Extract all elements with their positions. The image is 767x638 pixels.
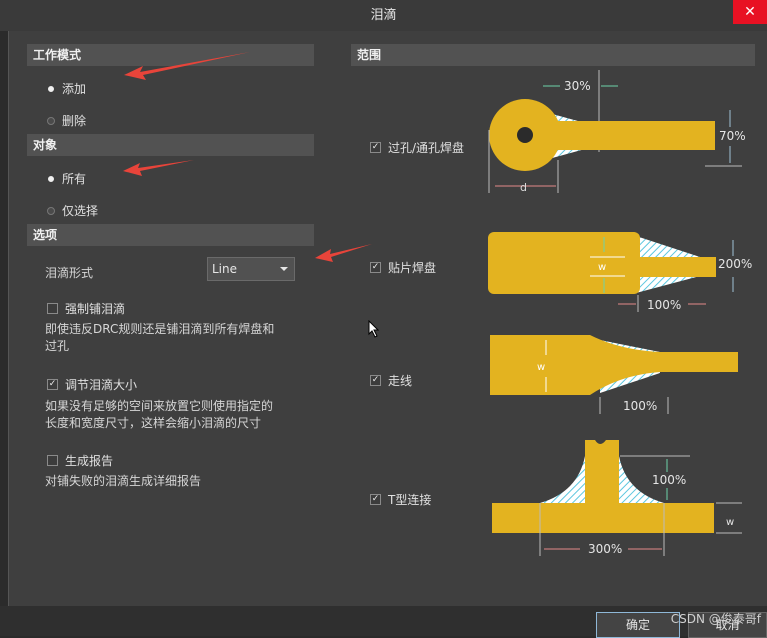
radio-selected-only-indicator[interactable]: [47, 206, 55, 215]
adjust-size-desc-line1: 如果没有足够的空间来放置它则使用指定的: [45, 399, 274, 413]
adjust-size-checkbox[interactable]: ✓ 调节泪滴大小: [47, 376, 137, 393]
radio-all[interactable]: 所有: [47, 170, 86, 187]
teardrop-style-select[interactable]: Line: [207, 257, 295, 281]
work-mode-header: 工作模式: [27, 44, 314, 66]
adjust-size-box[interactable]: ✓: [47, 379, 58, 390]
scope-tjunction-label: T型连接: [388, 493, 432, 507]
teardrop-style-label: 泪滴形式: [45, 266, 94, 280]
chevron-down-icon: [280, 267, 288, 271]
scope-via-label: 过孔/通孔焊盘: [388, 141, 465, 155]
options-header: 选项: [27, 224, 314, 246]
mouse-cursor-icon: [368, 320, 380, 338]
adjust-size-label: 调节泪滴大小: [65, 378, 138, 392]
scope-smd-label: 贴片焊盘: [388, 261, 437, 275]
scope-track-box[interactable]: ✓: [370, 375, 381, 386]
force-teardrop-box[interactable]: [47, 303, 58, 314]
title-bar: 泪滴 ✕: [0, 0, 767, 31]
scope-smd-box[interactable]: ✓: [370, 262, 381, 273]
object-header: 对象: [27, 134, 314, 156]
teardrop-dialog: 工作模式 添加 删除 对象 所有 仅选择 选项 泪滴形式 Line 强制铺泪滴 …: [8, 31, 767, 606]
scope-tjunction-checkbox[interactable]: ✓ T型连接: [370, 491, 431, 508]
force-teardrop-desc-line2: 过孔: [45, 339, 70, 353]
radio-add-indicator[interactable]: [48, 85, 54, 92]
watermark: CSDN @俊泰哥f: [670, 612, 761, 626]
teardrop-style-value: Line: [212, 262, 238, 276]
scope-header: 范围: [351, 44, 755, 66]
generate-report-checkbox[interactable]: 生成报告: [47, 452, 113, 469]
radio-selected-only-label: 仅选择: [62, 204, 99, 218]
force-teardrop-desc-line1: 即使违反DRC规则还是铺泪滴到所有焊盘和: [45, 322, 275, 336]
force-teardrop-checkbox[interactable]: 强制铺泪滴: [47, 300, 125, 317]
scope-track-checkbox[interactable]: ✓ 走线: [370, 372, 412, 389]
radio-remove-label: 删除: [62, 114, 87, 128]
dialog-title: 泪滴: [370, 8, 397, 23]
generate-report-box[interactable]: [47, 455, 58, 466]
ok-button[interactable]: 确定: [596, 612, 680, 638]
radio-add-label: 添加: [62, 82, 87, 96]
adjust-size-desc-line2: 长度和宽度尺寸，这样会缩小泪滴的尺寸: [45, 416, 262, 430]
generate-report-label: 生成报告: [65, 454, 114, 468]
radio-selected-only[interactable]: 仅选择: [47, 202, 98, 219]
adjust-size-description: 如果没有足够的空间来放置它则使用指定的 长度和宽度尺寸，这样会缩小泪滴的尺寸: [45, 398, 273, 432]
generate-report-desc-line1: 对铺失败的泪滴生成详细报告: [45, 474, 202, 488]
force-teardrop-description: 即使违反DRC规则还是铺泪滴到所有焊盘和 过孔: [45, 321, 274, 355]
radio-remove-indicator[interactable]: [47, 116, 55, 125]
radio-remove[interactable]: 删除: [47, 112, 86, 129]
scope-smd-checkbox[interactable]: ✓ 贴片焊盘: [370, 259, 436, 276]
radio-all-indicator[interactable]: [48, 175, 54, 182]
radio-add[interactable]: 添加: [47, 80, 86, 97]
scope-via-checkbox[interactable]: ✓ 过孔/通孔焊盘: [370, 139, 464, 156]
radio-all-label: 所有: [62, 172, 87, 186]
scope-via-box[interactable]: ✓: [370, 142, 381, 153]
generate-report-description: 对铺失败的泪滴生成详细报告: [45, 473, 201, 490]
force-teardrop-label: 强制铺泪滴: [65, 302, 126, 316]
scope-tjunction-box[interactable]: ✓: [370, 494, 381, 505]
close-button[interactable]: ✕: [733, 0, 767, 24]
scope-track-label: 走线: [388, 374, 413, 388]
